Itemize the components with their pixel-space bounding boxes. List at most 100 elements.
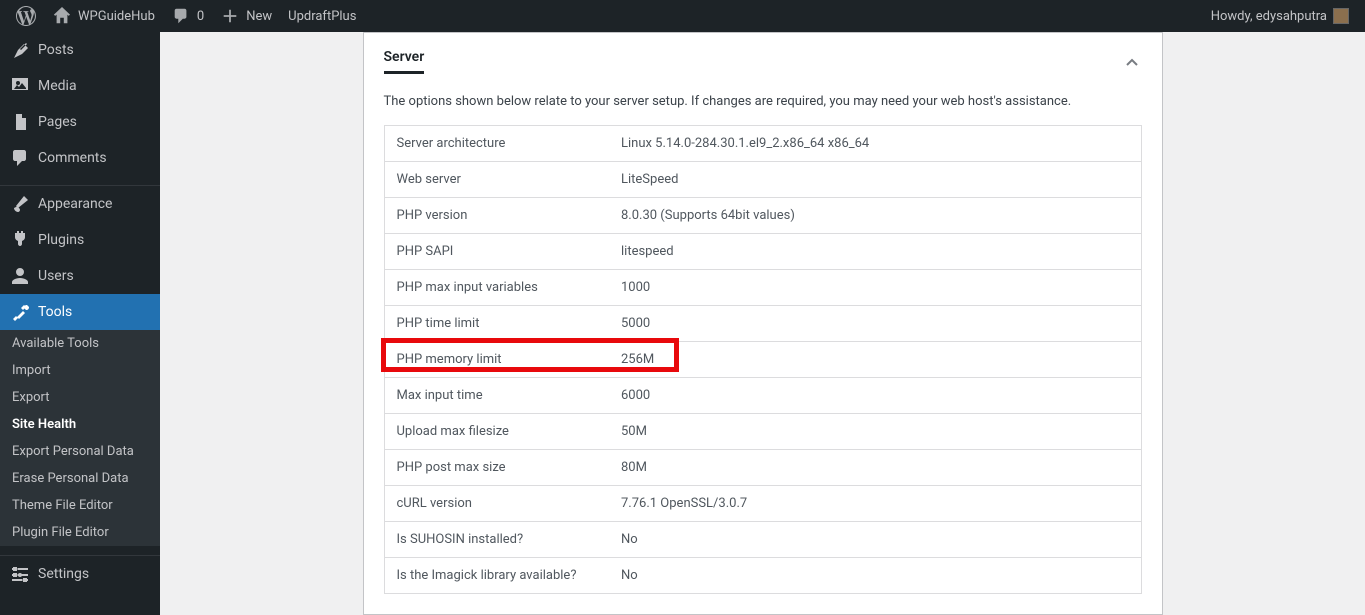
new-content[interactable]: New — [212, 0, 280, 32]
menu-users-label: Users — [38, 268, 74, 284]
plug-icon — [10, 230, 30, 250]
table-row: Server architectureLinux 5.14.0-284.30.1… — [384, 126, 1141, 162]
admin-sidebar: Posts Media Pages Comments Appearance Pl… — [0, 32, 160, 615]
site-health-panel: Server The options shown below relate to… — [363, 32, 1163, 615]
wordpress-icon — [16, 6, 36, 26]
page-icon — [10, 112, 30, 132]
row-value: 256M — [609, 342, 1141, 378]
table-row: PHP max input variables1000 — [384, 270, 1141, 306]
row-value: 80M — [609, 450, 1141, 486]
plus-icon — [220, 6, 240, 26]
row-label: PHP time limit — [384, 306, 609, 342]
row-value: litespeed — [609, 234, 1141, 270]
row-value: 6000 — [609, 378, 1141, 414]
howdy-text: Howdy, edysahputra — [1211, 9, 1327, 24]
sub-import[interactable]: Import — [0, 357, 160, 384]
table-row: Upload max filesize50M — [384, 414, 1141, 450]
menu-settings[interactable]: Settings — [0, 556, 160, 592]
table-row: PHP post max size80M — [384, 450, 1141, 486]
comments-icon — [10, 148, 30, 168]
updraft-label: UpdraftPlus — [288, 9, 356, 24]
row-label: Is SUHOSIN installed? — [384, 522, 609, 558]
site-name[interactable]: WPGuideHub — [44, 0, 163, 32]
table-row: PHP version8.0.30 (Supports 64bit values… — [384, 198, 1141, 234]
menu-media[interactable]: Media — [0, 68, 160, 104]
row-value: LiteSpeed — [609, 162, 1141, 198]
menu-tools-label: Tools — [38, 304, 72, 320]
row-label: Server architecture — [384, 126, 609, 162]
sub-theme-editor[interactable]: Theme File Editor — [0, 492, 160, 519]
pin-icon — [10, 40, 30, 60]
brush-icon — [10, 194, 30, 214]
row-label: PHP version — [384, 198, 609, 234]
comments-count: 0 — [197, 9, 204, 24]
row-label: PHP max input variables — [384, 270, 609, 306]
table-row: PHP memory limit256M — [384, 342, 1141, 378]
menu-appearance-label: Appearance — [38, 196, 112, 212]
sub-export[interactable]: Export — [0, 384, 160, 411]
row-value: No — [609, 558, 1141, 594]
site-name-label: WPGuideHub — [78, 9, 155, 24]
tools-submenu: Available Tools Import Export Site Healt… — [0, 330, 160, 546]
menu-plugins[interactable]: Plugins — [0, 222, 160, 258]
media-icon — [10, 76, 30, 96]
row-value: 1000 — [609, 270, 1141, 306]
sub-plugin-editor[interactable]: Plugin File Editor — [0, 519, 160, 546]
menu-pages-label: Pages — [38, 114, 77, 130]
row-value: 8.0.30 (Supports 64bit values) — [609, 198, 1141, 234]
table-row: PHP SAPIlitespeed — [384, 234, 1141, 270]
updraft-link[interactable]: UpdraftPlus — [280, 0, 364, 32]
sub-erase-pd[interactable]: Erase Personal Data — [0, 465, 160, 492]
row-label: Upload max filesize — [384, 414, 609, 450]
row-value: No — [609, 522, 1141, 558]
table-row: Is SUHOSIN installed?No — [384, 522, 1141, 558]
menu-comments-label: Comments — [38, 150, 107, 166]
table-row: PHP time limit5000 — [384, 306, 1141, 342]
table-row: cURL version7.76.1 OpenSSL/3.0.7 — [384, 486, 1141, 522]
new-label: New — [246, 9, 272, 24]
panel-header[interactable]: Server — [364, 33, 1162, 84]
menu-appearance[interactable]: Appearance — [0, 186, 160, 222]
menu-pages[interactable]: Pages — [0, 104, 160, 140]
panel-body: The options shown below relate to your s… — [364, 84, 1162, 614]
row-label: Is the Imagick library available? — [384, 558, 609, 594]
menu-users[interactable]: Users — [0, 258, 160, 294]
sub-site-health[interactable]: Site Health — [0, 411, 160, 438]
wp-logo[interactable] — [8, 0, 44, 32]
row-label: PHP memory limit — [384, 342, 609, 378]
row-label: Web server — [384, 162, 609, 198]
row-value: 50M — [609, 414, 1141, 450]
menu-posts[interactable]: Posts — [0, 32, 160, 68]
panel-title: Server — [384, 49, 425, 74]
panel-description: The options shown below relate to your s… — [384, 94, 1142, 109]
menu-settings-label: Settings — [38, 566, 89, 582]
user-icon — [10, 266, 30, 286]
row-value: Linux 5.14.0-284.30.1.el9_2.x86_64 x86_6… — [609, 126, 1141, 162]
menu-tools[interactable]: Tools — [0, 294, 160, 330]
menu-plugins-label: Plugins — [38, 232, 84, 248]
row-label: cURL version — [384, 486, 609, 522]
table-row: Web serverLiteSpeed — [384, 162, 1141, 198]
comments-link[interactable]: 0 — [163, 0, 212, 32]
row-value: 5000 — [609, 306, 1141, 342]
content-area: Server The options shown below relate to… — [160, 32, 1365, 615]
server-info-table: Server architectureLinux 5.14.0-284.30.1… — [384, 125, 1142, 594]
row-label: PHP post max size — [384, 450, 609, 486]
sliders-icon — [10, 564, 30, 584]
avatar — [1333, 8, 1349, 24]
menu-posts-label: Posts — [38, 42, 74, 58]
chevron-up-icon — [1122, 52, 1142, 72]
menu-media-label: Media — [38, 78, 77, 94]
row-label: Max input time — [384, 378, 609, 414]
home-icon — [52, 6, 72, 26]
comment-icon — [171, 6, 191, 26]
sub-available-tools[interactable]: Available Tools — [0, 330, 160, 357]
table-row: Max input time6000 — [384, 378, 1141, 414]
row-value: 7.76.1 OpenSSL/3.0.7 — [609, 486, 1141, 522]
sub-export-pd[interactable]: Export Personal Data — [0, 438, 160, 465]
row-label: PHP SAPI — [384, 234, 609, 270]
wrench-icon — [10, 302, 30, 322]
table-row: Is the Imagick library available?No — [384, 558, 1141, 594]
menu-comments[interactable]: Comments — [0, 140, 160, 176]
my-account[interactable]: Howdy, edysahputra — [1203, 0, 1357, 32]
